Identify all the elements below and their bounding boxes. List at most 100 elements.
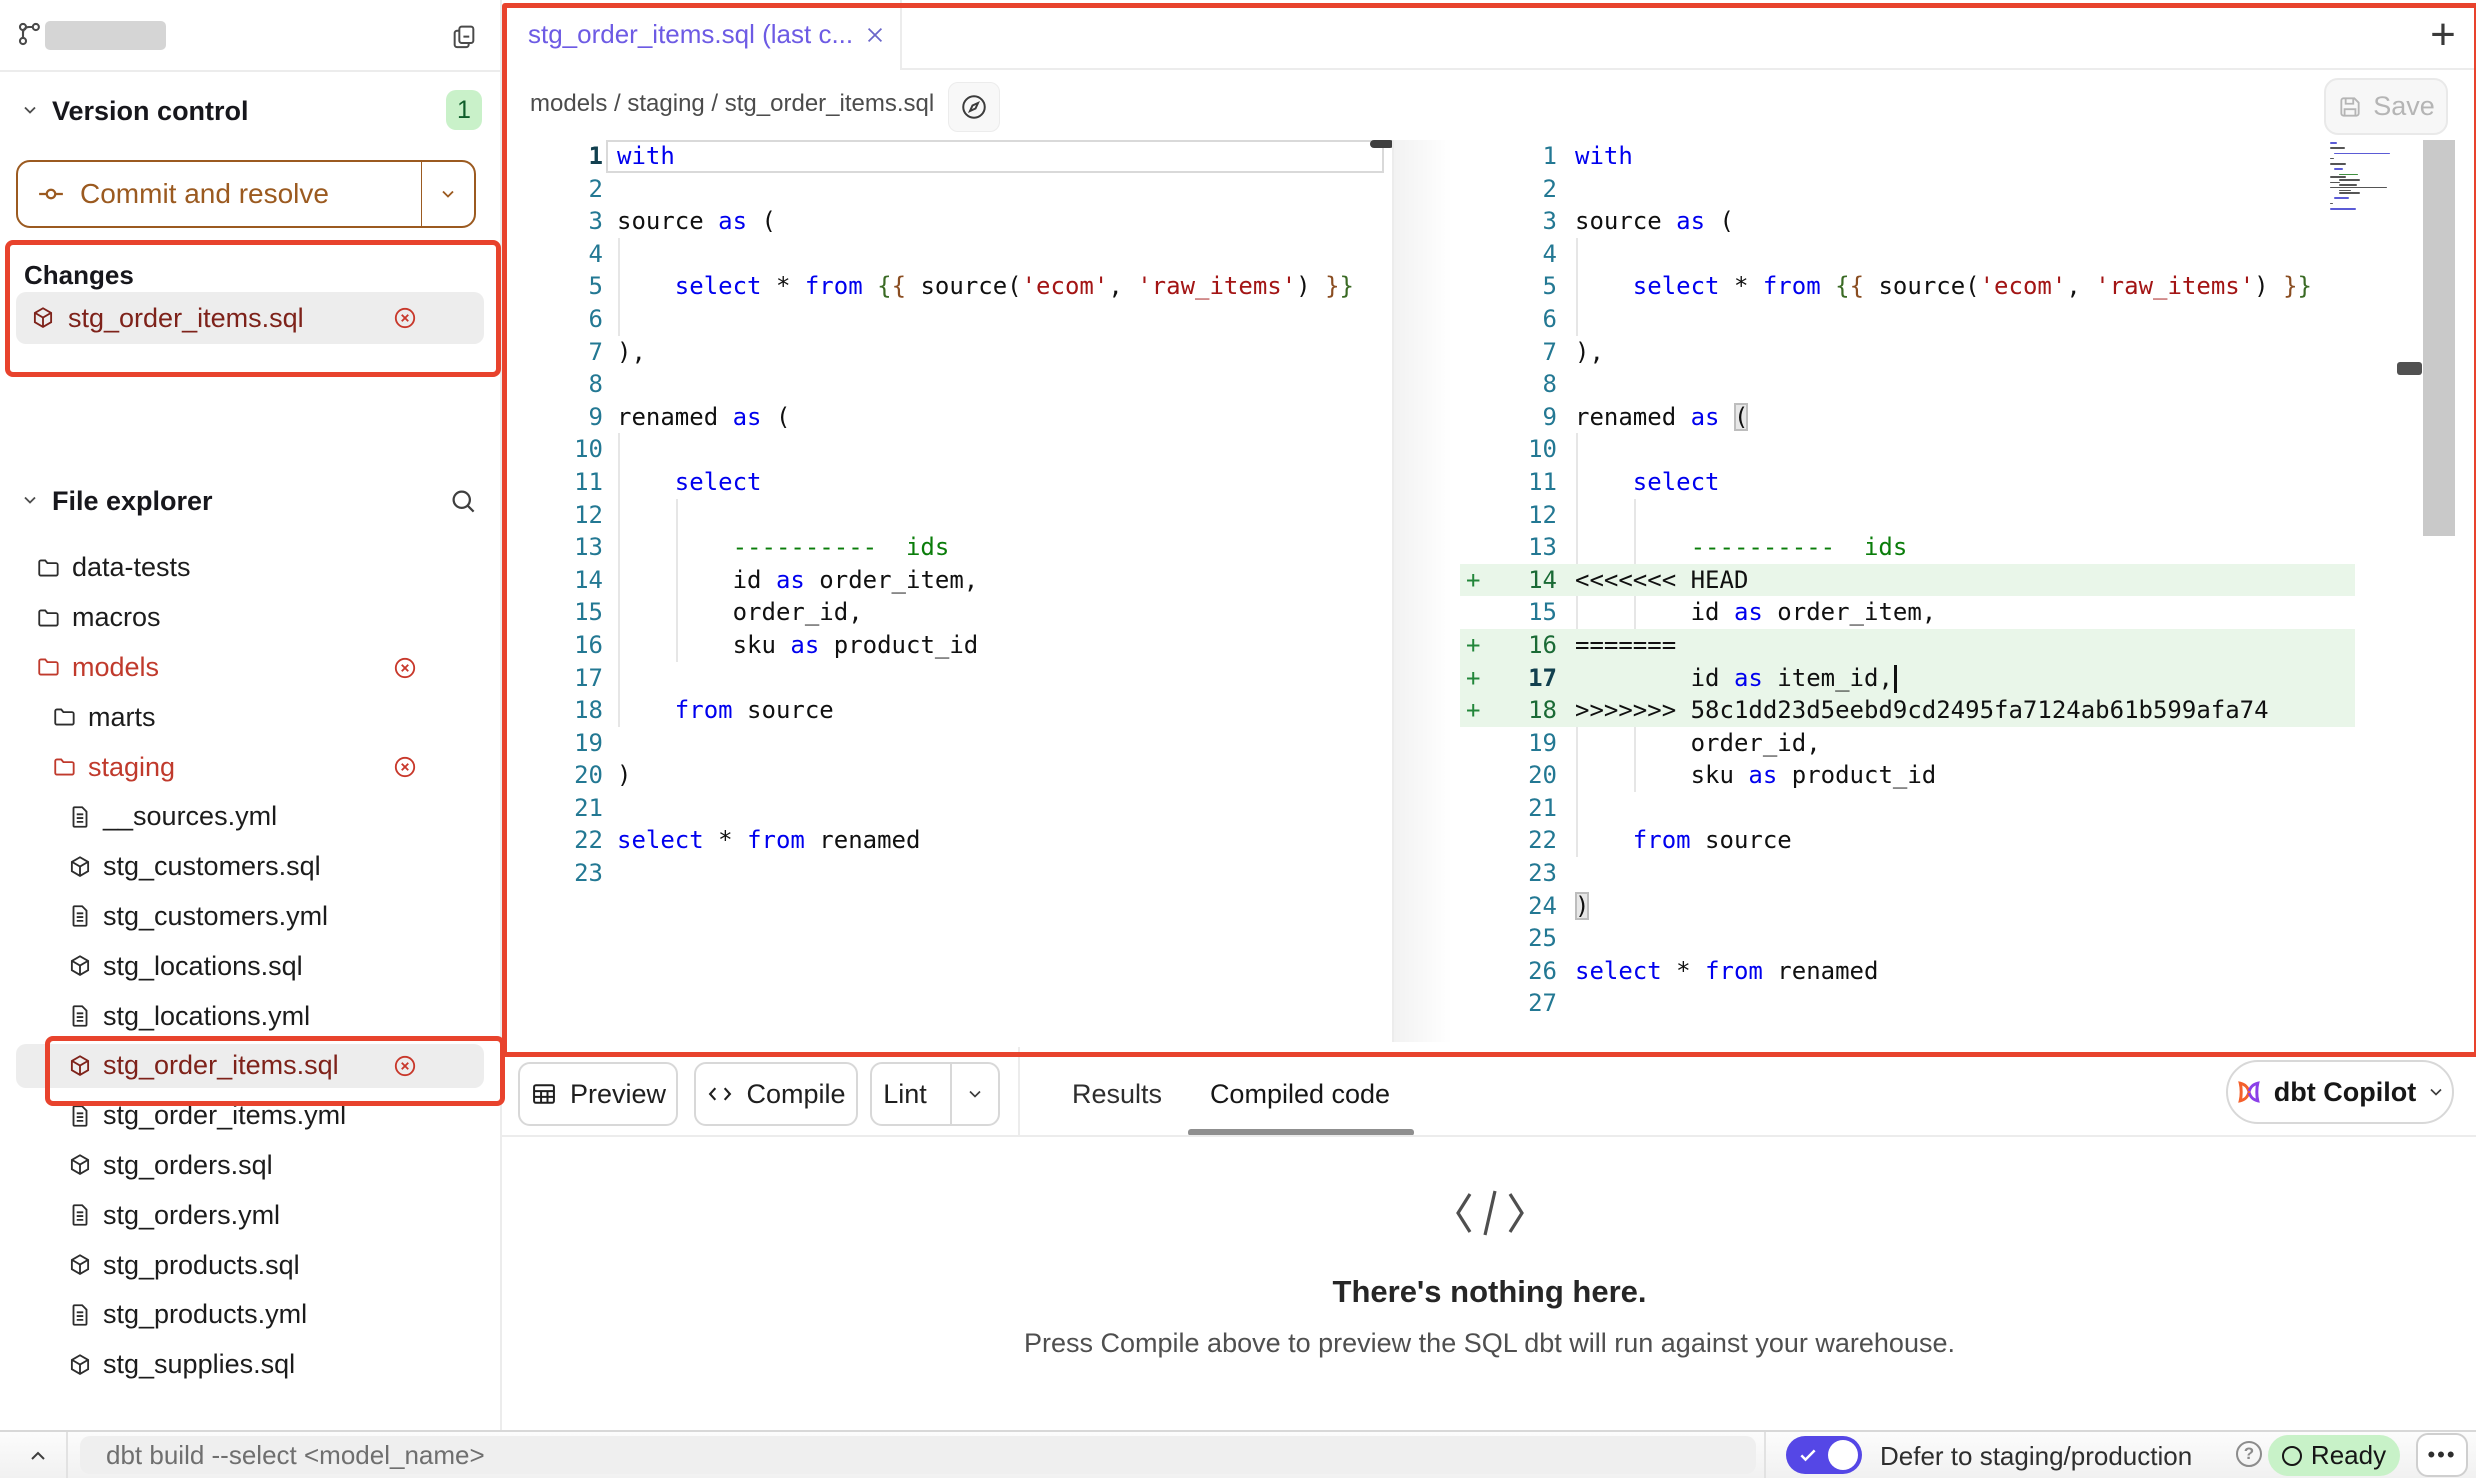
code-line[interactable]: 1with [1460, 140, 2420, 173]
code-line[interactable]: 26select * from renamed [1460, 955, 2420, 988]
version-control-chevron-icon[interactable] [20, 100, 40, 120]
code-line[interactable]: 4 [502, 238, 1392, 271]
code-line[interactable]: 3source as ( [502, 205, 1392, 238]
git-branch-icon[interactable] [16, 20, 44, 48]
commit-dropdown-caret[interactable] [421, 162, 474, 226]
file-item-stg_products.sql[interactable]: stg_products.sql [0, 1240, 500, 1290]
code-line[interactable]: 11 select [502, 466, 1392, 499]
code-line[interactable]: 7), [1460, 336, 2420, 369]
tab-results[interactable]: Results [1060, 1060, 1174, 1128]
code-line[interactable]: 13 ---------- ids [502, 531, 1392, 564]
code-line[interactable]: 25 [1460, 922, 2420, 955]
code-line[interactable]: 8 [1460, 368, 2420, 401]
minimap[interactable] [2330, 142, 2396, 222]
tab-close-icon[interactable] [864, 24, 886, 46]
code-line[interactable]: 19 [502, 727, 1392, 760]
code-line[interactable]: 5 select * from {{ source('ecom', 'raw_i… [1460, 270, 2420, 303]
help-icon[interactable]: ? [2236, 1441, 2262, 1467]
code-line[interactable]: 9renamed as ( [502, 401, 1392, 434]
conflict-x-icon[interactable] [392, 655, 418, 681]
new-tab-plus-icon[interactable]: + [2420, 12, 2466, 58]
preview-button[interactable]: Preview [518, 1062, 678, 1126]
code-line[interactable]: 19 order_id, [1460, 727, 2420, 760]
left-pane-scroll-thumb[interactable] [1370, 140, 1394, 148]
code-line[interactable]: 6 [1460, 303, 2420, 336]
file-item-staging[interactable]: staging [0, 742, 500, 792]
lint-dropdown-caret[interactable] [950, 1064, 998, 1124]
file-item-stg_order_items.sql[interactable]: stg_order_items.sql [0, 1041, 500, 1091]
code-line[interactable]: 17 [502, 662, 1392, 695]
compile-button[interactable]: Compile [694, 1062, 858, 1126]
code-line[interactable]: 11 select [1460, 466, 2420, 499]
code-line[interactable]: 10 [502, 433, 1392, 466]
code-line[interactable]: 21 [1460, 792, 2420, 825]
code-line[interactable]: 4 [1460, 238, 2420, 271]
code-line[interactable]: 12 [502, 499, 1392, 532]
file-item-stg_supplies.sql[interactable]: stg_supplies.sql [0, 1340, 500, 1390]
code-line[interactable]: 27 [1460, 987, 2420, 1020]
code-line[interactable]: 2 [1460, 173, 2420, 206]
code-line[interactable]: 22 from source [1460, 824, 2420, 857]
code-line[interactable]: 8 [502, 368, 1392, 401]
code-line[interactable]: 15 order_id, [502, 596, 1392, 629]
file-item-stg_products.yml[interactable]: stg_products.yml [0, 1290, 500, 1340]
code-line[interactable]: 21 [502, 792, 1392, 825]
code-line[interactable]: 10 [1460, 433, 2420, 466]
changed-file-item[interactable]: stg_order_items.sql [16, 292, 484, 344]
file-item-stg_customers.sql[interactable]: stg_customers.sql [0, 842, 500, 892]
code-line[interactable]: 22select * from renamed [502, 824, 1392, 857]
editor-pane-right[interactable]: 1with23source as (45 select * from {{ so… [1460, 140, 2420, 1042]
code-line[interactable]: 15 id as order_item, [1460, 596, 2420, 629]
file-item-data-tests[interactable]: data-tests [0, 543, 500, 593]
code-line[interactable]: 2 [502, 173, 1392, 206]
code-line[interactable]: 6 [502, 303, 1392, 336]
code-line[interactable]: 24) [1460, 890, 2420, 923]
file-item-stg_order_items.yml[interactable]: stg_order_items.yml [0, 1091, 500, 1141]
right-pane-scroll-thumb[interactable] [2397, 362, 2422, 375]
command-input[interactable]: dbt build --select <model_name> [80, 1436, 1756, 1474]
file-explorer-chevron-icon[interactable] [20, 490, 40, 510]
conflict-x-icon[interactable] [392, 305, 418, 331]
code-line[interactable]: +16======= [1460, 629, 2420, 662]
code-line[interactable]: 9renamed as ( [1460, 401, 2420, 434]
chevron-up-icon[interactable] [18, 1440, 58, 1472]
search-icon[interactable] [448, 486, 478, 516]
code-line[interactable]: 16 sku as product_id [502, 629, 1392, 662]
tab-compiled-code[interactable]: Compiled code [1198, 1060, 1402, 1128]
lint-button-label[interactable]: Lint [872, 1079, 938, 1110]
code-line[interactable]: 20) [502, 759, 1392, 792]
conflict-x-icon[interactable] [392, 1053, 418, 1079]
file-item-models[interactable]: models [0, 643, 500, 693]
editor-tab[interactable]: stg_order_items.sql (last c... [502, 0, 902, 70]
file-explorer-title[interactable]: File explorer [52, 486, 213, 517]
save-button[interactable]: Save [2324, 78, 2448, 135]
more-options-button[interactable]: ••• [2416, 1433, 2468, 1477]
file-item-stg_orders.yml[interactable]: stg_orders.yml [0, 1190, 500, 1240]
code-line[interactable]: +14<<<<<<< HEAD [1460, 564, 2420, 597]
copy-files-icon[interactable] [450, 22, 478, 50]
conflict-x-icon[interactable] [392, 754, 418, 780]
code-line[interactable]: 1with [502, 140, 1392, 173]
editor-scrollbar[interactable] [2423, 140, 2455, 536]
dbt-copilot-button[interactable]: dbt Copilot [2226, 1060, 2454, 1124]
file-item-stg_locations.sql[interactable]: stg_locations.sql [0, 941, 500, 991]
file-item-marts[interactable]: marts [0, 692, 500, 742]
code-line[interactable]: 5 select * from {{ source('ecom', 'raw_i… [502, 270, 1392, 303]
code-line[interactable]: 13 ---------- ids [1460, 531, 2420, 564]
code-line[interactable]: 12 [1460, 499, 2420, 532]
commit-and-resolve-button[interactable]: Commit and resolve [16, 160, 476, 228]
code-line[interactable]: 7), [502, 336, 1392, 369]
file-item-macros[interactable]: macros [0, 593, 500, 643]
commit-and-resolve-main[interactable]: Commit and resolve [18, 162, 421, 226]
lint-button[interactable]: Lint [870, 1062, 1000, 1126]
defer-toggle[interactable] [1786, 1436, 1862, 1474]
file-item-stg_locations.yml[interactable]: stg_locations.yml [0, 991, 500, 1041]
code-line[interactable]: 20 sku as product_id [1460, 759, 2420, 792]
editor-pane-left[interactable]: 1with23source as (45 select * from {{ so… [502, 140, 1392, 1042]
code-line[interactable]: 18 from source [502, 694, 1392, 727]
code-line[interactable]: 3source as ( [1460, 205, 2420, 238]
code-line[interactable]: 23 [502, 857, 1392, 890]
version-control-title[interactable]: Version control [52, 96, 249, 127]
code-line[interactable]: +18>>>>>>> 58c1dd23d5eebd9cd2495fa7124ab… [1460, 694, 2420, 727]
lineage-compass-icon[interactable] [948, 82, 1000, 132]
